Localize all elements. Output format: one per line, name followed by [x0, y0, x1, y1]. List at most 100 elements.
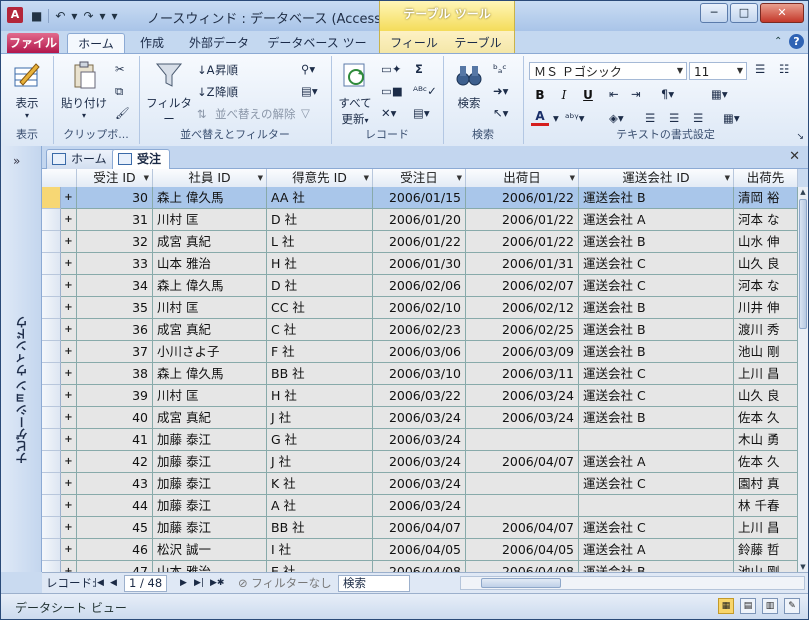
- cell-id[interactable]: 46: [77, 539, 153, 561]
- font-name-select[interactable]: ＭＳ Ｐゴシック ▼: [529, 62, 687, 80]
- doc-tab-home[interactable]: ホーム: [46, 149, 116, 169]
- cell-employee[interactable]: 森上 偉久馬: [153, 275, 267, 297]
- cell-shipper[interactable]: 運送会社 B: [579, 341, 734, 363]
- cell-order-date[interactable]: 2006/02/10: [373, 297, 466, 319]
- scroll-up-icon[interactable]: ▲: [798, 187, 808, 197]
- cell-ship-to[interactable]: 川井 伸: [734, 297, 798, 319]
- cell-shipper[interactable]: 運送会社 B: [579, 319, 734, 341]
- column-sort-dropdown-icon[interactable]: ▼: [258, 169, 263, 187]
- cell-shipper[interactable]: [579, 495, 734, 517]
- font-size-select[interactable]: 11 ▼: [689, 62, 747, 80]
- cell-ship-date[interactable]: [466, 473, 579, 495]
- cell-ship-to[interactable]: 清岡 裕: [734, 187, 798, 209]
- cell-ship-to[interactable]: 山久 良: [734, 253, 798, 275]
- cell-ship-to[interactable]: 鈴藤 哲: [734, 539, 798, 561]
- cell-id[interactable]: 32: [77, 231, 153, 253]
- expand-subdatasheet-icon[interactable]: +: [61, 341, 77, 363]
- horizontal-scrollbar[interactable]: [460, 576, 805, 590]
- table-row[interactable]: +37 小川さよ子 F 社 2006/03/06 2006/03/09 運送会社 B 池山 …: [42, 341, 798, 363]
- toggle-filter-icon[interactable]: ▽: [301, 106, 310, 120]
- cell-id[interactable]: 45: [77, 517, 153, 539]
- cell-ship-to[interactable]: 園村 真: [734, 473, 798, 495]
- column-sort-dropdown-icon[interactable]: ▼: [144, 169, 149, 187]
- cell-customer[interactable]: AA 社: [267, 187, 373, 209]
- cell-ship-date[interactable]: 2006/01/22: [466, 231, 579, 253]
- cell-employee[interactable]: 山本 雅治: [153, 253, 267, 275]
- cell-shipper[interactable]: 運送会社 A: [579, 451, 734, 473]
- expand-subdatasheet-icon[interactable]: +: [61, 451, 77, 473]
- cell-ship-date[interactable]: 2006/01/31: [466, 253, 579, 275]
- expand-subdatasheet-icon[interactable]: +: [61, 297, 77, 319]
- bullets-icon[interactable]: ☰: [755, 62, 765, 76]
- cell-ship-to[interactable]: 池山 剛: [734, 561, 798, 572]
- record-selector[interactable]: [42, 407, 61, 429]
- tab-create[interactable]: 作成: [131, 33, 173, 53]
- cell-id[interactable]: 43: [77, 473, 153, 495]
- increase-indent-icon[interactable]: ⇥: [631, 87, 641, 101]
- table-row[interactable]: +42 加藤 泰江 J 社 2006/03/24 2006/04/07 運送会社 A 佐本 …: [42, 451, 798, 473]
- cell-ship-date[interactable]: [466, 429, 579, 451]
- clear-sort-button[interactable]: ⇅ 並べ替えの解除: [197, 106, 296, 123]
- record-selector[interactable]: [42, 231, 61, 253]
- vertical-scrollbar[interactable]: ▲ ▼: [798, 187, 808, 572]
- column-header-employee[interactable]: 社員 ID ▼: [153, 169, 267, 187]
- cell-employee[interactable]: 成宮 真紀: [153, 407, 267, 429]
- record-selector[interactable]: [42, 429, 61, 451]
- expand-subdatasheet-icon[interactable]: +: [61, 473, 77, 495]
- column-header-order-date[interactable]: 受注日 ▼: [373, 169, 466, 187]
- tab-database-tools[interactable]: データベース ツール: [263, 33, 371, 70]
- select-all-corner[interactable]: [42, 169, 77, 187]
- tab-external-data[interactable]: 外部データ: [183, 33, 255, 53]
- expand-subdatasheet-icon[interactable]: +: [61, 407, 77, 429]
- table-row[interactable]: +41 加藤 泰江 G 社 2006/03/24 木山 勇: [42, 429, 798, 451]
- expand-subdatasheet-icon[interactable]: +: [61, 561, 77, 572]
- record-selector[interactable]: [42, 385, 61, 407]
- table-row[interactable]: +40 成宮 真紀 J 社 2006/03/24 2006/03/24 運送会社 B 佐本 …: [42, 407, 798, 429]
- table-row[interactable]: +47 山本 雅治 E 社 2006/04/08 2006/04/08 運送会社 B 池山 …: [42, 561, 798, 572]
- cell-id[interactable]: 42: [77, 451, 153, 473]
- paragraph-direction-icon[interactable]: ¶▾: [661, 87, 674, 101]
- next-record-icon[interactable]: ▶: [180, 575, 187, 591]
- design-view-icon[interactable]: ✎: [784, 598, 800, 614]
- totals-icon[interactable]: Σ: [415, 62, 423, 76]
- cell-employee[interactable]: 加藤 泰江: [153, 473, 267, 495]
- record-selector[interactable]: [42, 517, 61, 539]
- record-selector[interactable]: [42, 473, 61, 495]
- cell-shipper[interactable]: 運送会社 C: [579, 363, 734, 385]
- gridlines-icon[interactable]: ▦▾: [711, 87, 728, 101]
- cell-ship-date[interactable]: 2006/03/11: [466, 363, 579, 385]
- cell-order-date[interactable]: 2006/01/15: [373, 187, 466, 209]
- nav-pane-toggle-icon[interactable]: »: [13, 154, 20, 168]
- cell-customer[interactable]: G 社: [267, 429, 373, 451]
- cell-id[interactable]: 37: [77, 341, 153, 363]
- close-icon[interactable]: ✕: [760, 3, 804, 23]
- cell-order-date[interactable]: 2006/03/06: [373, 341, 466, 363]
- cell-id[interactable]: 30: [77, 187, 153, 209]
- undo-dropdown-icon[interactable]: ▾: [71, 9, 77, 23]
- cell-id[interactable]: 39: [77, 385, 153, 407]
- cell-order-date[interactable]: 2006/01/22: [373, 231, 466, 253]
- cell-order-date[interactable]: 2006/03/10: [373, 363, 466, 385]
- expand-subdatasheet-icon[interactable]: +: [61, 187, 77, 209]
- expand-subdatasheet-icon[interactable]: +: [61, 495, 77, 517]
- table-row[interactable]: +33 山本 雅治 H 社 2006/01/30 2006/01/31 運送会社 C 山久 …: [42, 253, 798, 275]
- expand-subdatasheet-icon[interactable]: +: [61, 539, 77, 561]
- cell-order-date[interactable]: 2006/02/06: [373, 275, 466, 297]
- cell-shipper[interactable]: 運送会社 A: [579, 209, 734, 231]
- pivot-chart-view-icon[interactable]: ▥: [762, 598, 778, 614]
- numbering-icon[interactable]: ☷: [779, 62, 789, 76]
- cell-customer[interactable]: J 社: [267, 451, 373, 473]
- doc-tab-orders[interactable]: 受注: [112, 149, 171, 169]
- cell-customer[interactable]: BB 社: [267, 517, 373, 539]
- goto-icon[interactable]: ➜▾: [493, 84, 508, 98]
- cell-id[interactable]: 38: [77, 363, 153, 385]
- cell-ship-date[interactable]: 2006/02/25: [466, 319, 579, 341]
- cell-employee[interactable]: 加藤 泰江: [153, 429, 267, 451]
- cell-order-date[interactable]: 2006/04/05: [373, 539, 466, 561]
- cell-id[interactable]: 31: [77, 209, 153, 231]
- cell-ship-to[interactable]: 林 千春: [734, 495, 798, 517]
- help-icon[interactable]: ?: [789, 34, 804, 49]
- search-field[interactable]: 検索: [338, 575, 410, 592]
- save-record-icon[interactable]: ▭■: [381, 84, 403, 98]
- cell-employee[interactable]: 加藤 泰江: [153, 495, 267, 517]
